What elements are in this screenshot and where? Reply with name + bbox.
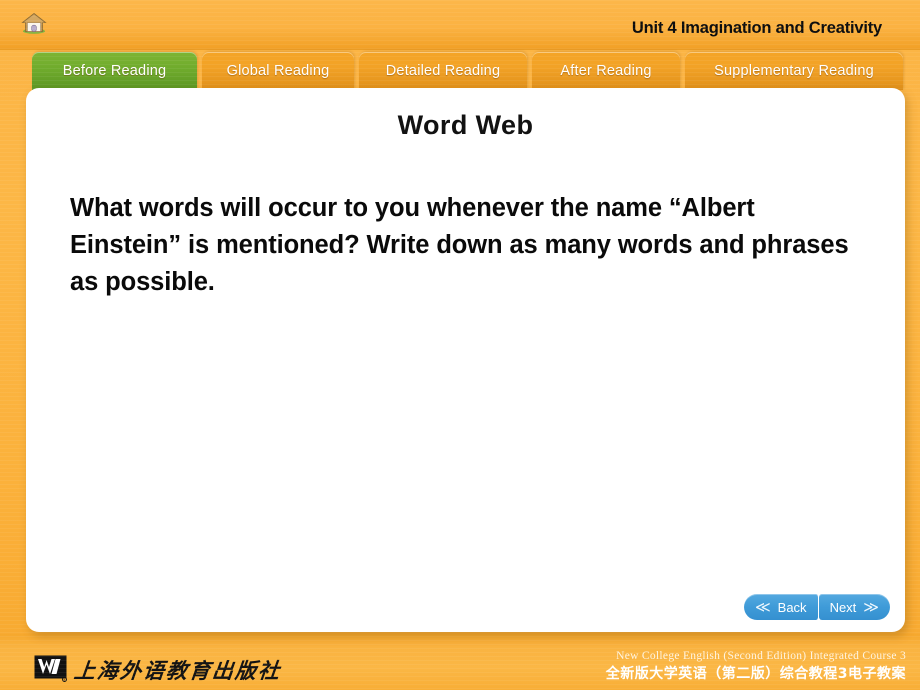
tab-before-reading[interactable]: Before Reading <box>32 52 197 90</box>
tab-bar: Before Reading Global Reading Detailed R… <box>0 52 920 90</box>
tab-detailed-reading[interactable]: Detailed Reading <box>359 52 527 90</box>
chevron-right-icon: ≫ <box>863 598 879 616</box>
page-title: Unit 4 Imagination and Creativity <box>631 19 882 37</box>
course-credits: New College English (Second Edition) Int… <box>606 648 906 684</box>
tab-supplementary-reading-label: Supplementary Reading <box>714 63 874 79</box>
course-title-chinese: 全新版大学英语（第二版）综合教程3电子教案 <box>605 666 906 682</box>
svg-text:R: R <box>63 678 65 682</box>
tab-after-reading-label: After Reading <box>560 63 652 79</box>
tab-after-reading[interactable]: After Reading <box>532 52 680 90</box>
navigation-buttons: ≪ Back Next ≫ <box>743 594 890 620</box>
tab-detailed-reading-label: Detailed Reading <box>385 63 501 79</box>
course-title-english: New College English (Second Edition) Int… <box>616 650 906 662</box>
home-icon[interactable] <box>20 11 48 35</box>
chevron-left-icon: ≪ <box>754 598 771 616</box>
tab-before-reading-label: Before Reading <box>62 63 167 79</box>
header-bar: Unit 4 Imagination and Creativity <box>0 0 920 50</box>
slide-stage: Unit 4 Imagination and Creativity Before… <box>0 0 920 690</box>
tab-global-reading-label: Global Reading <box>226 63 330 79</box>
next-button-label: Next <box>829 599 857 615</box>
slide-heading: Word Web <box>397 110 534 140</box>
back-button[interactable]: ≪ Back <box>743 594 819 620</box>
publisher-logo: R 上海外语教育出版社 <box>34 655 283 683</box>
tab-global-reading[interactable]: Global Reading <box>202 52 354 90</box>
back-button-label: Back <box>777 599 807 615</box>
next-button[interactable]: Next ≫ <box>818 594 890 620</box>
footer-bar: R 上海外语教育出版社 New College English (Second … <box>0 634 920 690</box>
w-logo-icon: R <box>34 655 67 682</box>
publisher-name: 上海外语教育出版社 <box>72 659 283 683</box>
tab-supplementary-reading[interactable]: Supplementary Reading <box>685 52 903 90</box>
content-panel: Word Web What words will occur to you wh… <box>26 88 905 632</box>
slide-body-text: What words will occur to you whenever th… <box>70 194 849 296</box>
